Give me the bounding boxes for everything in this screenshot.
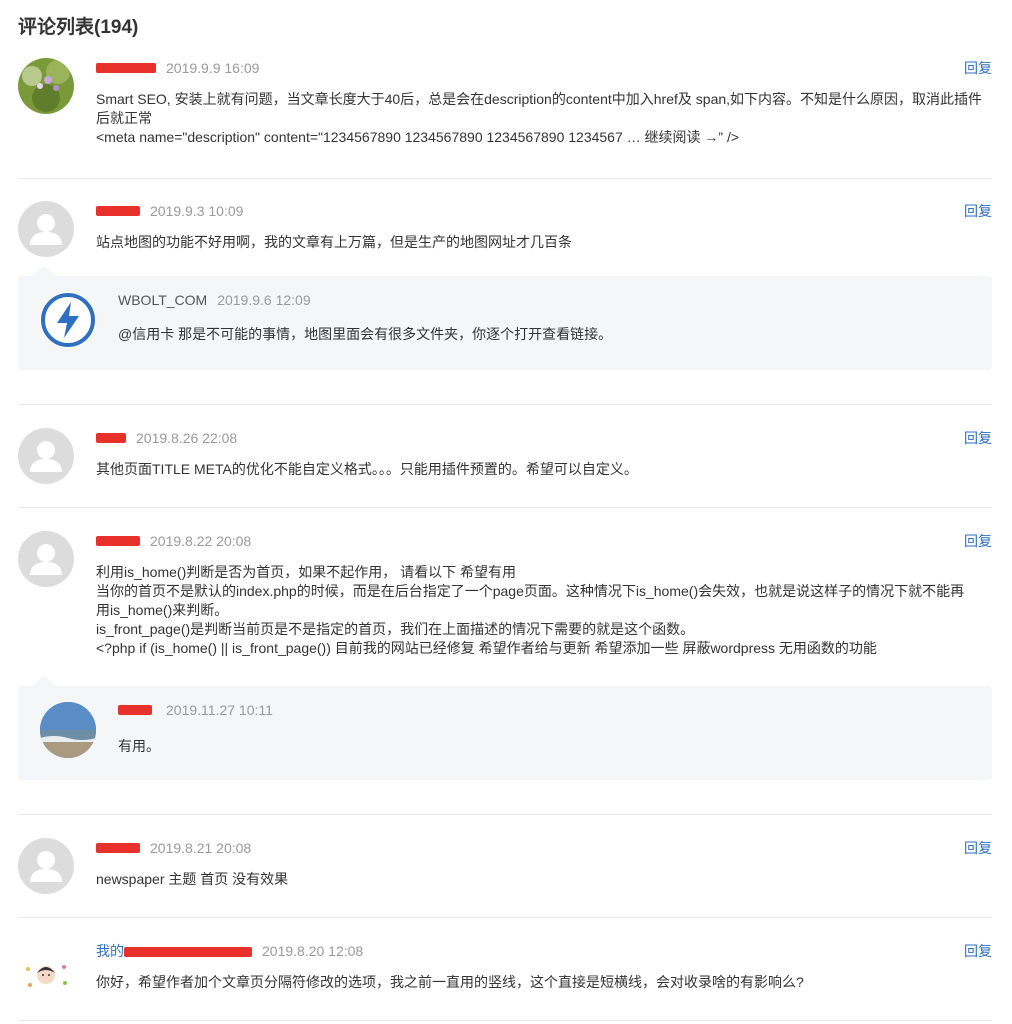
comment-time: 2019.9.3 10:09 [150, 203, 244, 219]
comment-text: newspaper 主题 首页 没有效果 [96, 871, 289, 887]
author-name-prefix: 我的 [96, 943, 124, 959]
comment-time: 2019.9.9 16:09 [166, 60, 260, 76]
comment-text: <meta name="description" content="123456… [96, 129, 740, 145]
reply-link[interactable]: 回复 [964, 201, 992, 221]
divider [18, 507, 992, 508]
reply-time: 2019.11.27 10:11 [166, 702, 273, 718]
default-avatar[interactable] [18, 428, 74, 484]
comment-body: 其他页面TITLE META的优化不能自定义格式。。。只能用插件预置的。希望可以… [96, 460, 986, 479]
comment-text: 其他页面TITLE META的优化不能自定义格式。。。只能用插件预置的。希望可以… [96, 461, 638, 477]
cartoon-face-icon [26, 965, 67, 987]
reply-link[interactable]: 回复 [964, 58, 992, 78]
comment-meta: 2019.8.21 20:08 [96, 838, 251, 858]
divider [18, 178, 992, 179]
comment-list-title: 评论列表(194) [18, 17, 139, 38]
comment-text: Smart SEO, 安装上就有问题，当文章长度大于40后，总是会在descri… [96, 91, 983, 126]
reply-link[interactable]: 回复 [964, 838, 992, 858]
comment-body: newspaper 主题 首页 没有效果 [96, 870, 986, 889]
comment-time: 2019.8.20 12:08 [262, 943, 364, 959]
reply-text: 有用。 [118, 738, 160, 754]
comment-meta: 2019.9.9 16:09 [96, 58, 259, 78]
lightning-bolt-icon [41, 293, 95, 347]
user-silhouette-icon [30, 214, 62, 245]
reply-meta: 2019.11.27 10:11 [118, 702, 273, 718]
default-avatar[interactable] [18, 838, 74, 894]
comment-body: Smart SEO, 安装上就有问题，当文章长度大于40后，总是会在descri… [96, 90, 986, 147]
user-avatar[interactable] [40, 702, 96, 758]
reply-link[interactable]: 回复 [964, 531, 992, 551]
author-name-link[interactable]: 我的 [96, 941, 252, 961]
author-name-redacted[interactable] [96, 536, 140, 546]
user-avatar[interactable] [18, 945, 74, 1001]
reply-meta: WBOLT_COM 2019.9.6 12:09 [118, 292, 311, 308]
reply-time: 2019.9.6 12:09 [217, 292, 311, 308]
comment-text: <?php if (is_home() || is_front_page()) … [96, 640, 877, 656]
author-name-redacted[interactable] [96, 206, 140, 216]
author-name-redacted [124, 947, 252, 958]
comment-time: 2019.8.26 22:08 [136, 430, 238, 446]
author-name-redacted[interactable] [96, 433, 126, 443]
author-name-redacted[interactable] [96, 843, 140, 853]
comment-meta: 2019.8.26 22:08 [96, 428, 237, 448]
comment-body: 站点地图的功能不好用啊，我的文章有上万篇，但是生产的地图网址才几百条 [96, 233, 986, 252]
comment-text: 当你的首页不是默认的index.php的时候，而是在后台指定了一个page页面。… [96, 583, 965, 618]
default-avatar[interactable] [18, 531, 74, 587]
reply-author-redacted[interactable] [118, 705, 152, 715]
comment-time: 2019.8.21 20:08 [150, 840, 252, 856]
default-avatar[interactable] [18, 201, 74, 257]
comment-text: is_front_page()是判断当前页是不是指定的首页，我们在上面描述的情况… [96, 621, 695, 637]
divider [18, 814, 992, 815]
comment-meta: 我的 2019.8.20 12:08 [96, 941, 363, 961]
brand-avatar[interactable] [40, 292, 96, 348]
user-silhouette-icon [30, 441, 62, 472]
reply-text: @信用卡 那是不可能的事情，地图里面会有很多文件夹，你逐个打开查看链接。 [118, 326, 613, 342]
divider [18, 1020, 992, 1021]
user-avatar[interactable] [18, 58, 74, 114]
divider [18, 917, 992, 918]
user-silhouette-icon [30, 544, 62, 575]
comment-body: 利用is_home()判断是否为首页，如果不起作用， 请看以下 希望有用 当你的… [96, 563, 976, 658]
comment-text: 站点地图的功能不好用啊，我的文章有上万篇，但是生产的地图网址才几百条 [96, 234, 572, 250]
reply-author[interactable]: WBOLT_COM [118, 292, 207, 308]
reply-box: WBOLT_COM 2019.9.6 12:09 @信用卡 那是不可能的事情，地… [18, 266, 992, 370]
user-silhouette-icon [30, 851, 62, 882]
ocean-photo-icon [40, 702, 96, 758]
reply-link[interactable]: 回复 [964, 428, 992, 448]
comment-text: 你好，希望作者加个文章页分隔符修改的选项，我之前一直用的竖线，这个直接是短横线，… [96, 974, 804, 990]
divider [18, 404, 992, 405]
comment-meta: 2019.8.22 20:08 [96, 531, 251, 551]
reply-link[interactable]: 回复 [964, 941, 992, 961]
comment-text: 利用is_home()判断是否为首页，如果不起作用， 请看以下 希望有用 [96, 564, 517, 580]
reply-box: 2019.11.27 10:11 有用。 [18, 676, 992, 780]
comment-meta: 2019.9.3 10:09 [96, 201, 243, 221]
comment-body: 你好，希望作者加个文章页分隔符修改的选项，我之前一直用的竖线，这个直接是短横线，… [96, 973, 986, 992]
author-name-redacted[interactable] [96, 63, 156, 73]
comment-time: 2019.8.22 20:08 [150, 533, 252, 549]
